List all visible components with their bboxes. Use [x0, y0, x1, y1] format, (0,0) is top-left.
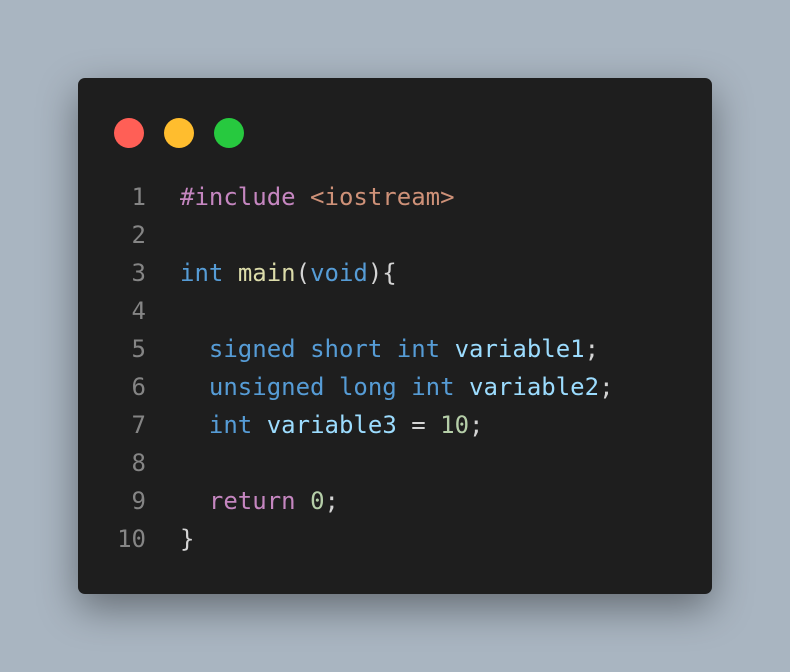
- code-token: variable1: [454, 335, 585, 363]
- code-token: int: [208, 411, 253, 439]
- code-token: return: [208, 487, 296, 515]
- code-token: long: [338, 373, 397, 401]
- code-token: (: [295, 259, 311, 287]
- code-text: return 0;: [180, 482, 339, 520]
- code-token: }: [180, 525, 195, 553]
- code-token: <iostream>: [310, 183, 455, 211]
- line-number: 4: [131, 297, 146, 325]
- code-token: main: [237, 259, 296, 287]
- code-window: 1 #include <iostream> 2 3 int main(void){4 5 …: [78, 78, 712, 594]
- code-token: 0: [310, 487, 325, 515]
- line-number: 3: [131, 259, 146, 287]
- code-text: }: [180, 520, 194, 558]
- code-text: unsigned long int variable2;: [180, 368, 614, 406]
- close-dot-icon[interactable]: [114, 118, 144, 148]
- code-token: int: [411, 373, 455, 401]
- code-text: int variable3 = 10;: [180, 406, 484, 444]
- code-token: int: [396, 335, 441, 363]
- line-number: 8: [131, 449, 146, 477]
- code-text: int main(void){: [180, 254, 397, 292]
- code-token: ;: [469, 411, 484, 439]
- code-token: ;: [599, 373, 614, 401]
- code-token: variable2: [469, 373, 600, 401]
- code-text: signed short int variable1;: [180, 330, 599, 368]
- line-number: 2: [131, 221, 146, 249]
- code-token: #include: [180, 183, 296, 211]
- code-token: int: [180, 259, 224, 287]
- code-token: ;: [584, 335, 600, 363]
- code-token: 10: [440, 411, 470, 439]
- line-number: 1: [131, 183, 146, 211]
- code-token: variable3: [266, 411, 397, 439]
- code-token: void: [310, 259, 368, 287]
- line-number: 7: [131, 411, 146, 439]
- maximize-dot-icon[interactable]: [214, 118, 244, 148]
- code-token: short: [310, 335, 383, 363]
- minimize-dot-icon[interactable]: [164, 118, 194, 148]
- code-token: unsigned: [208, 373, 325, 401]
- code-token: ;: [324, 487, 339, 515]
- code-text: #include <iostream>: [180, 178, 455, 216]
- code-token: signed: [208, 335, 296, 363]
- line-number: 9: [131, 487, 146, 515]
- line-number: 6: [131, 373, 146, 401]
- line-number: 10: [117, 525, 146, 553]
- line-number: 5: [131, 335, 146, 363]
- code-token: ){: [367, 259, 397, 287]
- code-token: =: [396, 411, 441, 439]
